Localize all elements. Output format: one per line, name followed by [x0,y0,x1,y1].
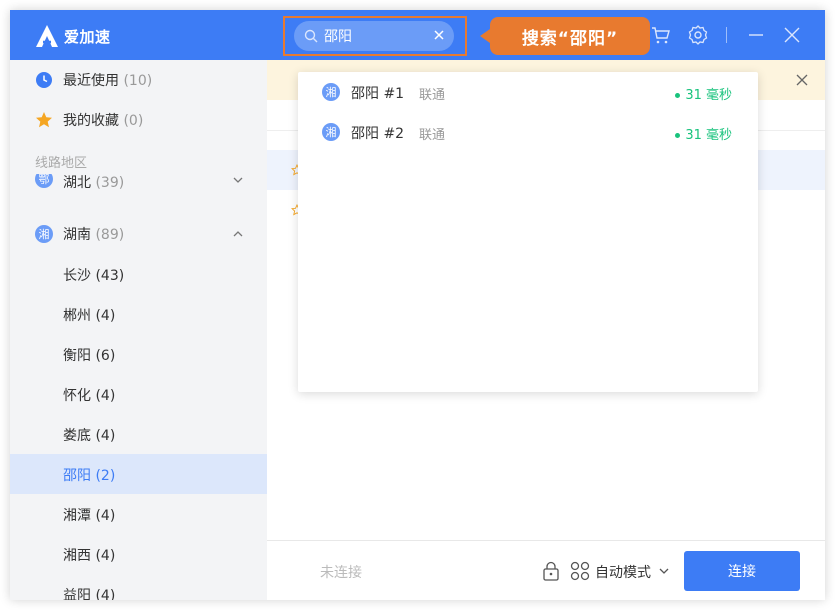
sidebar-item-hunan[interactable]: 湘 湖南 (89) [10,214,267,254]
chevron-up-icon [233,231,243,237]
search-result-item[interactable]: 湘 邵阳 #2 联通 31 毫秒 [298,112,758,152]
header-separator [726,27,727,43]
city-label: 娄底 [63,428,91,444]
minimize-icon[interactable] [745,24,767,46]
sidebar-item-hubei[interactable]: 鄂 湖北 (39) [10,174,267,194]
result-isp: 联通 [419,128,446,143]
ping-dot-icon [675,93,681,98]
sidebar-city-shaoyang[interactable]: 邵阳 (2) [10,454,267,494]
result-isp: 联通 [419,88,446,103]
sidebar-item-label: 湖北 [63,175,91,191]
gear-icon[interactable] [687,24,709,46]
province-badge-icon: 湘 [322,123,340,141]
province-badge-icon: 湘 [322,83,340,101]
city-count: (4) [95,508,116,524]
sidebar-item-count: (39) [95,175,125,191]
app-name: 爱加速 [64,27,111,46]
city-label: 衡阳 [63,348,91,364]
ping-value: 31 毫秒 [685,128,732,143]
city-count: (6) [95,348,116,364]
sidebar-item-recent[interactable]: 最近使用 (10) [10,60,267,100]
star-icon [36,112,52,128]
result-ping: 31 毫秒 [675,84,732,103]
sidebar-item-label: 湖南 [63,227,91,243]
sidebar-item-label: 我的收藏 [63,113,119,129]
lock-icon[interactable] [542,561,560,581]
app-window: 爱加速 搜索“邵阳” [10,10,825,600]
city-label: 长沙 [63,268,91,284]
province-badge-icon: 鄂 [35,174,53,188]
mode-select[interactable]: 自动模式 [595,562,651,582]
city-count: (4) [95,388,116,404]
connect-button[interactable]: 连接 [684,551,800,591]
chevron-down-icon [233,177,243,183]
city-count: (43) [95,268,125,284]
section-title-regions: 线路地区 [35,156,88,171]
clock-icon [36,72,52,88]
mode-grid-icon [570,561,590,581]
sidebar-city-changsha[interactable]: 长沙 (43) [10,254,267,294]
city-count: (4) [95,588,116,600]
result-ping: 31 毫秒 [675,124,732,143]
sidebar-item-count: (89) [95,227,125,243]
ping-dot-icon [675,133,681,138]
city-label: 郴州 [63,308,91,324]
connection-status: 未连接 [320,565,362,581]
search-box[interactable] [294,21,454,51]
sidebar-item-count: (10) [123,73,153,89]
search-results-dropdown: 湘 邵阳 #1 联通 31 毫秒 湘 邵阳 #2 联通 31 毫秒 [298,72,758,392]
city-label: 益阳 [63,588,91,600]
clear-search-icon[interactable] [432,28,446,42]
city-count: (4) [95,548,116,564]
city-label: 邵阳 [63,468,91,484]
sidebar-city-loudi[interactable]: 娄底 (4) [10,414,267,454]
sidebar: 最近使用 (10) 我的收藏 (0) 线路地区 鄂 湖北 (39) 湘 湖南 (… [10,60,267,600]
bottom-bar: 未连接 自动模式 连接 [267,540,825,600]
logo-icon [36,25,58,47]
sidebar-item-favorites[interactable]: 我的收藏 (0) [10,100,267,140]
ping-value: 31 毫秒 [685,88,732,103]
close-notice-icon[interactable] [795,73,809,87]
city-count: (4) [95,428,116,444]
app-logo: 爱加速 [34,23,111,49]
sidebar-item-label: 最近使用 [63,73,119,89]
sidebar-city-xiangxi[interactable]: 湘西 (4) [10,534,267,574]
city-label: 湘潭 [63,508,91,524]
sidebar-city-huaihua[interactable]: 怀化 (4) [10,374,267,414]
result-name: 邵阳 #1 [351,86,405,102]
city-count: (4) [95,308,116,324]
result-name: 邵阳 #2 [351,126,405,142]
close-icon[interactable] [781,24,803,46]
city-count: (2) [95,468,116,484]
search-callout: 搜索“邵阳” [480,17,650,55]
search-result-item[interactable]: 湘 邵阳 #1 联通 31 毫秒 [298,72,758,112]
header-bar: 爱加速 搜索“邵阳” [10,10,825,60]
city-label: 怀化 [63,388,91,404]
province-badge-icon: 湘 [35,225,53,243]
search-input[interactable] [324,28,424,44]
sidebar-item-count: (0) [123,113,144,129]
sidebar-city-chenzhou[interactable]: 郴州 (4) [10,294,267,334]
chevron-down-icon[interactable] [658,565,670,577]
sidebar-city-yiyang[interactable]: 益阳 (4) [10,574,267,600]
search-icon [304,29,318,43]
cart-icon[interactable] [650,24,672,46]
city-label: 湘西 [63,548,91,564]
sidebar-city-hengyang[interactable]: 衡阳 (6) [10,334,267,374]
sidebar-city-xiangtan[interactable]: 湘潭 (4) [10,494,267,534]
